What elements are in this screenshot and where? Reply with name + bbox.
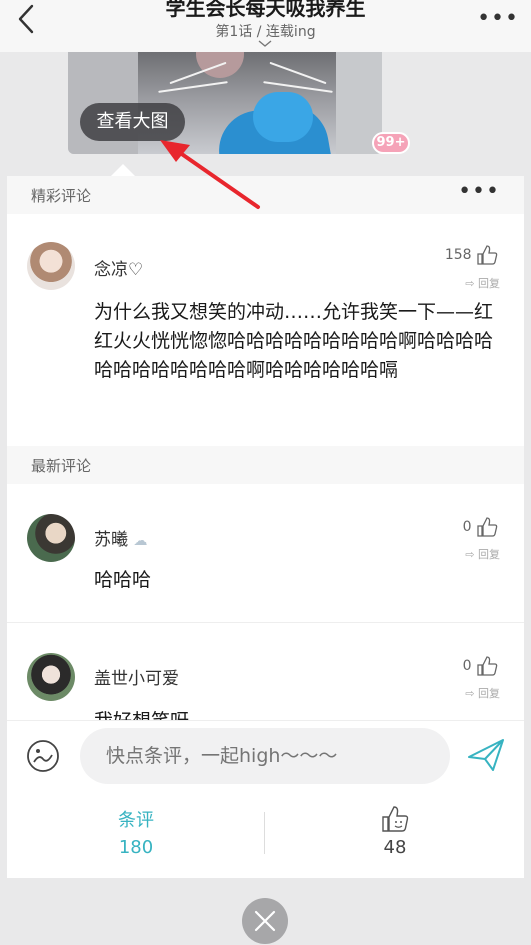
reply-button[interactable]: ⇨ 回复 xyxy=(465,685,500,701)
top-bar: 学生会长每天吸我养生 第1话 / 连载ing ••• xyxy=(0,0,531,52)
thumb-up-icon xyxy=(477,245,498,265)
comments-tab-label: 条评 xyxy=(118,810,154,831)
page-title: 学生会长每天吸我养生 xyxy=(165,0,366,20)
like-count: 0 xyxy=(462,519,472,535)
emoji-icon[interactable] xyxy=(25,738,61,774)
reply-icon: ⇨ xyxy=(465,277,475,290)
comment-item: 盖世小可爱 0 ⇨ 回复 我好想笑呀 xyxy=(7,623,524,720)
close-icon xyxy=(254,910,276,932)
like-tab[interactable]: 48 xyxy=(266,790,524,878)
comment-input-bar xyxy=(7,720,524,790)
image-whisker xyxy=(269,61,327,85)
like-button[interactable]: 158 xyxy=(445,244,498,266)
comment-username[interactable]: 苏曦 ☁ xyxy=(94,525,147,550)
comment-text: 为什么我又想笑的冲动……允许我笑一下——红红火火恍恍惚惚哈哈哈哈哈哈哈哈哈啊哈哈… xyxy=(94,301,494,381)
more-icon[interactable]: ••• xyxy=(458,179,500,204)
close-button[interactable] xyxy=(242,898,288,944)
comment-item: 念凉♡ 158 ⇨ 回复 为什么我又想笑的冲动……允许我笑一下——红红火火恍恍惚… xyxy=(7,214,524,446)
comment-text: 哈哈哈 xyxy=(94,569,152,591)
comments-count: 180 xyxy=(118,837,154,858)
like-count: 158 xyxy=(444,247,472,263)
featured-section-label: 精彩评论 xyxy=(31,187,92,205)
username-text: 苏曦 xyxy=(94,530,128,550)
comment-input[interactable] xyxy=(80,728,450,784)
view-large-image-button[interactable]: 查看大图 xyxy=(80,103,185,141)
image-scarf-knot xyxy=(253,92,313,142)
like-button[interactable]: 0 xyxy=(463,655,498,677)
reply-icon: ⇨ xyxy=(465,548,475,561)
stats-bar: 条评 180 48 xyxy=(7,790,524,878)
reply-label: 回复 xyxy=(478,687,500,700)
avatar[interactable] xyxy=(27,514,75,562)
send-icon[interactable] xyxy=(466,737,506,773)
avatar[interactable] xyxy=(27,653,75,701)
comment-username[interactable]: 盖世小可爱 xyxy=(94,664,179,689)
more-menu-icon[interactable]: ••• xyxy=(477,6,519,31)
comment-text: 我好想笑呀 xyxy=(94,707,494,720)
panel-notch xyxy=(111,164,135,176)
thumb-up-icon xyxy=(477,517,498,537)
count-badge: 99+ xyxy=(372,132,410,154)
avatar[interactable] xyxy=(27,242,75,290)
chevron-down-icon[interactable] xyxy=(258,40,272,48)
thumb-up-smile-icon xyxy=(382,806,409,832)
reply-label: 回复 xyxy=(478,277,500,290)
image-whisker xyxy=(158,81,228,93)
chapter-subtitle: 第1话 / 连载ing xyxy=(215,24,316,40)
cloud-icon: ☁ xyxy=(133,533,148,549)
comment-username[interactable]: 念凉♡ xyxy=(94,255,143,280)
comments-tab[interactable]: 条评 180 xyxy=(7,790,265,878)
like-button[interactable]: 0 xyxy=(463,516,498,538)
reply-button[interactable]: ⇨ 回复 xyxy=(465,275,500,291)
latest-section-label: 最新评论 xyxy=(31,457,92,475)
comments-panel: 精彩评论 ••• 念凉♡ 158 ⇨ 回复 为什么我又想笑的冲动……允许我笑一下… xyxy=(7,164,524,720)
thumb-up-icon xyxy=(477,656,498,676)
latest-section-header: 最新评论 xyxy=(7,446,524,484)
divider xyxy=(264,812,265,854)
reply-label: 回复 xyxy=(478,548,500,561)
featured-section-header: 精彩评论 ••• xyxy=(7,176,524,214)
reply-icon: ⇨ xyxy=(465,687,475,700)
comment-item: 苏曦 ☁ 0 ⇨ 回复 哈哈哈 xyxy=(7,484,524,622)
reply-button[interactable]: ⇨ 回复 xyxy=(465,546,500,562)
likes-count: 48 xyxy=(383,837,407,858)
like-count: 0 xyxy=(462,658,472,674)
